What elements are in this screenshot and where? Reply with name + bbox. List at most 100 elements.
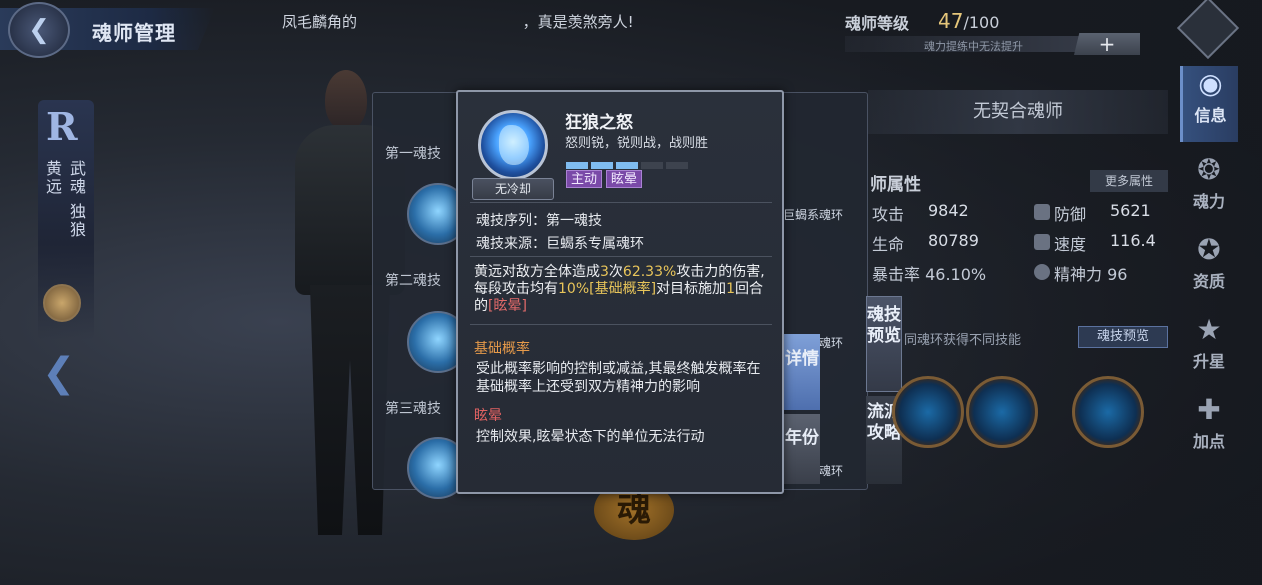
preview-hint: 同魂环获得不同技能: [904, 333, 1022, 348]
nav-add-points-label: 加点: [1192, 432, 1225, 451]
info-icon: ◉: [1198, 67, 1223, 100]
back-logo-icon[interactable]: ❮: [8, 2, 70, 58]
attr-label: 暴击率: [872, 265, 921, 284]
spirit-icon: [1034, 264, 1050, 280]
divider: [470, 202, 772, 203]
skill3-label: 第三魂技: [385, 401, 441, 417]
soul-ring-icon[interactable]: [892, 376, 964, 448]
nav-aptitude-label: 资质: [1192, 272, 1225, 291]
desc-number: 10%: [558, 281, 590, 297]
nav-star-up[interactable]: ★ 升星: [1180, 312, 1238, 388]
page-title: 魂师管理: [92, 21, 176, 45]
level-note: 魂力提练中无法提升: [924, 40, 1023, 53]
plus-icon: ✚: [1197, 393, 1221, 426]
desc-number: 1: [726, 281, 735, 297]
skill2-source: 魂环: [819, 336, 844, 350]
attr-value: 96: [1107, 265, 1128, 284]
attr-value: 80789: [928, 231, 979, 250]
skill-detail-popup: 无冷却 狂狼之怒 怒则锐，锐则战，战则胜 主动 眩晕 魂技序列：第一魂技 魂技来源…: [456, 90, 784, 494]
header: ❮ 魂师管理 凤毛麟角的 ，真是羡煞旁人! 魂师等级 47/100 魂力提练中无…: [0, 0, 1262, 60]
attr-crit: 暴击率 46.10%: [872, 261, 1022, 285]
attr-value: 9842: [928, 201, 969, 220]
skill-motto: 怒则锐，锐则战，战则胜: [565, 136, 709, 151]
divider: [470, 256, 772, 257]
tab-detail[interactable]: 详情: [784, 334, 820, 410]
character-head: [325, 70, 367, 130]
level-up-button[interactable]: +: [1074, 33, 1140, 55]
more-attributes-button[interactable]: 更多属性: [1090, 170, 1168, 192]
skill3-source: 魂环: [819, 464, 844, 478]
soul-ring-icon[interactable]: [1072, 376, 1144, 448]
term-stun-title: 眩晕: [474, 408, 502, 424]
rarity-badge: R: [46, 104, 78, 149]
desc-text: 黄远对敌方全体造成: [474, 264, 600, 280]
attr-label: 防御: [1054, 205, 1087, 224]
nav-aptitude[interactable]: ✪ 资质: [1180, 232, 1238, 308]
attr-speed: 速度 116.4: [1054, 231, 1174, 255]
skill-description: 黄远对敌方全体造成3次62.33%攻击力的伤害,每段攻击均有10%[基础概率]对…: [474, 264, 770, 315]
skill-name: 狂狼之怒: [565, 113, 633, 133]
level-label: 魂师等级: [845, 14, 910, 33]
skill-tags: 主动 眩晕: [566, 168, 646, 188]
attr-defense: 防御 5621: [1054, 201, 1174, 225]
level-max: /100: [963, 13, 1000, 32]
desc-keyword[interactable]: [基础概率]: [589, 281, 656, 297]
star-icon: ★: [1196, 313, 1222, 346]
attr-attack: 攻击 9842: [872, 201, 1022, 225]
tab-skill-preview[interactable]: 魂技预览: [866, 296, 902, 392]
skill2-label: 第二魂技: [385, 273, 441, 289]
nav-info[interactable]: ◉ 信息: [1180, 66, 1238, 142]
level-current: 47: [938, 9, 964, 33]
speed-icon: [1034, 234, 1050, 250]
no-contract-banner: 无契合魂师: [868, 90, 1168, 134]
nav-soul-power-label: 魂力: [1192, 192, 1225, 211]
nav-star-up-label: 升星: [1192, 352, 1225, 371]
nav-soul-power[interactable]: ❂ 魂力: [1180, 152, 1238, 228]
tab-year[interactable]: 年份: [784, 414, 820, 484]
skill1-label: 第一魂技: [385, 146, 441, 162]
marquee-text-left: 凤毛麟角的: [282, 13, 358, 31]
soul-ring-icon[interactable]: [966, 376, 1038, 448]
aptitude-icon: ✪: [1197, 233, 1221, 266]
tag-active: 主动: [566, 170, 603, 188]
shield-icon: [1034, 204, 1050, 220]
attr-value: 46.10%: [925, 265, 987, 284]
desc-keyword[interactable]: [眩晕]: [488, 298, 527, 314]
soul-master-level: 魂师等级 47/100 魂力提练中无法提升 +: [834, 6, 1144, 56]
nav-add-points[interactable]: ✚ 加点: [1180, 392, 1238, 468]
level-pip: [666, 162, 688, 169]
attr-value: 5621: [1110, 201, 1151, 220]
right-nav: ◉ 信息 ❂ 魂力 ✪ 资质 ★ 升星 ✚ 加点: [1180, 66, 1262, 466]
marquee-text-right: ，真是羡煞旁人!: [522, 13, 634, 31]
skill-level-pips: [566, 154, 691, 169]
desc-text: 对目标施加: [656, 281, 727, 297]
attr-spirit: 精神力 96: [1054, 261, 1174, 285]
desc-text: 次: [608, 264, 623, 280]
attr-value: 116.4: [1110, 231, 1156, 250]
martial-soul-label: 武魂 独狼: [67, 160, 86, 240]
skill-icon: [478, 110, 548, 180]
attr-hp: 生命 80789: [872, 231, 1022, 255]
level-value: 47/100: [938, 9, 999, 33]
soul-power-icon: ❂: [1197, 153, 1221, 186]
skill-source: 魂技来源：巨蝎系专属魂环: [476, 236, 644, 252]
term-base-chance-title: 基础概率: [474, 341, 530, 357]
skill1-source: 巨蝎系魂环: [783, 208, 844, 222]
attr-label: 生命: [872, 235, 905, 254]
skill-preview-button[interactable]: 魂技预览: [1078, 326, 1168, 348]
avatar[interactable]: [43, 284, 81, 322]
broadcast-marquee: 凤毛麟角的 ，真是羡煞旁人!: [282, 11, 634, 32]
cooldown-badge: 无冷却: [472, 178, 554, 200]
attr-label: 速度: [1054, 235, 1087, 254]
desc-number: 3: [600, 264, 609, 280]
attr-label: 精神力: [1054, 265, 1103, 284]
attr-label: 攻击: [872, 205, 905, 224]
menu-diamond-icon[interactable]: [1176, 0, 1240, 60]
skill-sequence: 魂技序列：第一魂技: [476, 213, 602, 229]
divider: [470, 324, 772, 325]
chevron-left-icon[interactable]: ❮: [42, 350, 76, 396]
attributes-title: 师属性: [870, 175, 921, 195]
character-name: 黄远: [43, 160, 62, 196]
nav-info-label: 信息: [1194, 106, 1227, 125]
term-base-chance-body: 受此概率影响的控制或减益,其最终触发概率在基础概率上还受到双方精神力的影响: [476, 361, 761, 395]
